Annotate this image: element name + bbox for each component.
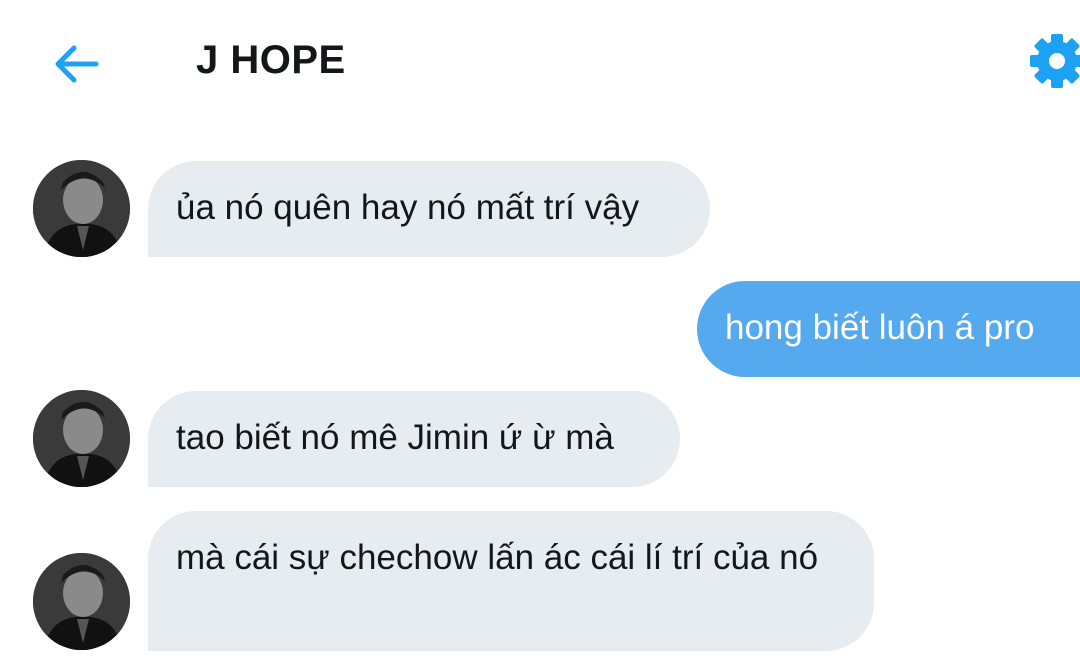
conversation-header: J HOPE	[0, 0, 1080, 125]
avatar[interactable]	[33, 553, 130, 650]
message-bubble-outgoing[interactable]: hong biết luôn á pro	[697, 281, 1080, 377]
profile-photo	[33, 390, 130, 487]
gear-icon	[1030, 34, 1080, 88]
profile-photo	[33, 160, 130, 257]
dm-conversation-screen: J HOPE ủa nó quên hay nó mất trí vậy hon…	[0, 0, 1080, 658]
message-bubble[interactable]: mà cái sự chechow lấn ác cái lí trí của …	[148, 511, 874, 651]
avatar[interactable]	[33, 390, 130, 487]
message-bubble[interactable]: tao biết nó mê Jimin ứ ừ mà	[148, 391, 680, 487]
settings-button[interactable]	[1026, 30, 1080, 92]
arrow-left-icon	[55, 45, 99, 83]
profile-photo	[33, 553, 130, 650]
message-bubble[interactable]: ủa nó quên hay nó mất trí vậy	[148, 161, 710, 257]
conversation-title: J HOPE	[196, 38, 346, 82]
back-button[interactable]	[48, 36, 104, 92]
avatar[interactable]	[33, 160, 130, 257]
